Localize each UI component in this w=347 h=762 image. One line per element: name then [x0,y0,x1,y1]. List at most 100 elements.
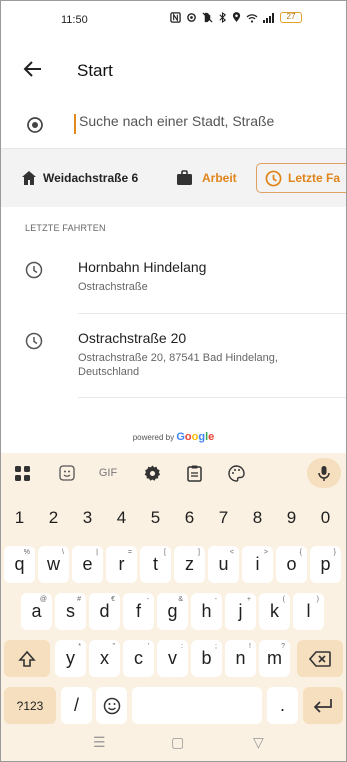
attribution-prefix: powered by [132,433,175,442]
key-d[interactable]: d € [89,593,120,630]
location-icon [232,12,241,22]
key-3[interactable]: 3 [72,499,103,536]
key-n[interactable]: n! [225,640,256,677]
key-8[interactable]: 8 [242,499,273,536]
sticker-icon[interactable] [52,458,82,488]
key-f[interactable]: f- [123,593,154,630]
key-a[interactable]: a @ [21,593,52,630]
key-2[interactable]: 2 [38,499,69,536]
key-5[interactable]: 5 [140,499,171,536]
space-key[interactable] [132,687,262,724]
key-h[interactable]: h- [191,593,222,630]
key-c-label: c [134,648,143,668]
apps-icon[interactable] [7,458,37,488]
key-h-alt-label: - [214,596,217,603]
key-d-label: d [99,601,110,621]
key-4[interactable]: 4 [106,499,137,536]
clipboard-icon[interactable] [179,458,209,488]
key-f-label: f [135,601,141,621]
key-i-alt-label: > [263,549,268,556]
key-v[interactable]: v: [157,640,188,677]
gear-icon[interactable] [137,458,167,488]
battery-icon: 27 [280,12,302,23]
key-i-label: i [255,554,260,574]
key-v-alt-label: : [181,643,183,650]
nfc-icon [170,12,181,23]
key-q[interactable]: q% [4,546,35,583]
key-p[interactable]: p} [310,546,341,583]
key-6[interactable]: 6 [174,499,205,536]
back-nav-icon[interactable]: ▽ [253,734,264,751]
key-u-alt-label: < [229,549,234,556]
enter-key[interactable] [303,687,343,724]
chip-home[interactable]: Weidachstraße 6 [21,163,138,193]
key-slash[interactable]: / [61,687,92,724]
chip-recent-trips[interactable]: Letzte Fa [256,163,346,193]
key-i[interactable]: i > [242,546,273,583]
key-4-label: 4 [116,507,127,527]
key-e-label: e [82,554,93,574]
key-9[interactable]: 9 [276,499,307,536]
key-s-alt-label: # [77,596,81,603]
key-e[interactable]: e | [72,546,103,583]
search-input[interactable] [79,113,329,129]
key-0[interactable]: 0 [310,499,341,536]
key-g[interactable]: g & [157,593,188,630]
key-period[interactable]: . [267,687,298,724]
emoji-key[interactable] [96,687,127,724]
symbols-key-label: ?123 [16,698,44,713]
symbols-key[interactable]: ?123 [4,687,56,724]
key-s-label: s [66,601,75,621]
key-9-label: 9 [286,507,297,527]
vibrate-icon [187,13,196,22]
clock-icon [25,332,43,350]
list-item-subtitle: Ostrachstraße [78,281,148,293]
key-z-label: z [185,554,194,574]
key-l-label: l [306,601,311,621]
key-y[interactable]: y * [55,640,86,677]
key-l[interactable]: l) [293,593,324,630]
mic-icon[interactable] [307,458,341,488]
key-n-alt-label: ! [249,643,251,650]
key-w[interactable]: w \ [38,546,69,583]
list-item[interactable]: Ostrachstraße 20 Ostrachstraße 20, 87541… [1,326,346,396]
status-time: 11:50 [61,14,88,26]
palette-icon[interactable] [221,458,251,488]
key-o[interactable]: o{ [276,546,307,583]
key-j[interactable]: j + [225,593,256,630]
key-r[interactable]: r = [106,546,137,583]
key-a-alt-label: @ [39,596,47,603]
on-screen-keyboard: GIF 1 2 3 4 5 6 7 8 9 0 q% w \ e | r = t[z] u < i > o{p} a @ s # d €… [1,453,346,761]
gif-button[interactable]: GIF [93,458,123,488]
key-w-label: w [47,554,60,574]
home-nav-icon[interactable]: ▢ [171,734,184,751]
clock-icon [265,170,282,186]
key-g-label: g [167,601,178,621]
key-k[interactable]: k( [259,593,290,630]
recents-nav-icon[interactable]: ☰ [93,734,106,751]
section-heading-recent: LETZTE FAHRTEN [25,223,106,233]
clock-icon [25,261,43,279]
key-z[interactable]: z] [174,546,205,583]
signal-icon [263,12,274,23]
key-j-label: j [238,601,243,621]
key-s[interactable]: s # [55,593,86,630]
backspace-key[interactable] [297,640,343,677]
key-b[interactable]: b; [191,640,222,677]
key-f-alt-label: - [146,596,149,603]
enter-icon [313,698,332,713]
list-item[interactable]: Hornbahn Hindelang Ostrachstraße [1,255,346,313]
arrow-left-icon[interactable] [21,57,45,81]
key-t[interactable]: t[ [140,546,171,583]
key-x[interactable]: x " [89,640,120,677]
home-icon [22,171,36,185]
key-c[interactable]: c ' [123,640,154,677]
key-1[interactable]: 1 [4,499,35,536]
key-y-label: y [66,648,75,668]
chip-work[interactable]: Arbeit [176,163,237,193]
key-7[interactable]: 7 [208,499,239,536]
search-bar [1,107,346,149]
key-u[interactable]: u < [208,546,239,583]
key-m[interactable]: m? [259,640,290,677]
shift-key[interactable] [4,640,50,677]
